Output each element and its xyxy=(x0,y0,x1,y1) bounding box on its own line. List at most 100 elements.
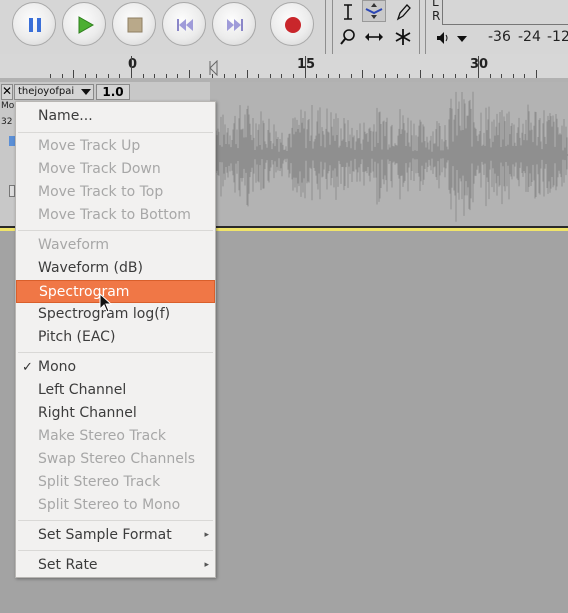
ruler-tick xyxy=(73,70,74,78)
chevron-down-icon xyxy=(81,89,91,95)
ruler-tick xyxy=(536,70,537,78)
meter-channel-L: L xyxy=(432,0,439,9)
ruler-tick xyxy=(131,56,132,78)
menu-item-label: Move Track Down xyxy=(38,161,161,177)
menu-item-move-track-down[interactable]: Move Track Down xyxy=(16,158,215,181)
skip-end-icon xyxy=(227,19,243,31)
menu-item-make-stereo-track[interactable]: Make Stereo Track xyxy=(16,425,215,448)
stop-icon xyxy=(127,17,143,33)
menu-item-label: Move Track to Bottom xyxy=(38,207,191,223)
menu-item-waveform[interactable]: Waveform xyxy=(16,234,215,257)
menu-item-waveform-db[interactable]: Waveform (dB) xyxy=(16,257,215,280)
menu-item-left-channel[interactable]: Left Channel xyxy=(16,379,215,402)
play-button[interactable] xyxy=(62,2,106,46)
track-name-dropdown[interactable]: thejoyofpai xyxy=(14,84,94,100)
time-shift-tool-icon[interactable] xyxy=(362,26,386,48)
menu-item-split-stereo-track[interactable]: Split Stereo Track xyxy=(16,471,215,494)
menu-item-label: Set Sample Format xyxy=(38,527,172,543)
envelope-tool-icon[interactable] xyxy=(362,0,386,22)
menu-separator xyxy=(18,230,213,231)
ruler-label: 30 xyxy=(470,57,489,72)
menu-item-right-channel[interactable]: Right Channel xyxy=(16,402,215,425)
track-context-menu: Name... Move Track Up Move Track Down Mo… xyxy=(15,101,216,578)
menu-item-move-track-up[interactable]: Move Track Up xyxy=(16,135,215,158)
menu-item-label: Waveform xyxy=(38,237,110,253)
track-info-mono: Mo xyxy=(1,101,15,111)
waveform-graphic xyxy=(209,91,568,222)
skip-to-end-button[interactable] xyxy=(212,2,256,46)
draw-tool-icon[interactable] xyxy=(391,1,415,23)
menu-item-move-track-to-top[interactable]: Move Track to Top xyxy=(16,181,215,204)
menu-item-label: Make Stereo Track xyxy=(38,428,167,444)
timeline-ruler[interactable]: 0 15 30 xyxy=(0,54,568,79)
ruler-tick xyxy=(189,70,190,78)
meter-scale-label: -36 xyxy=(488,29,511,45)
menu-item-spectrogram[interactable]: Spectrogram xyxy=(16,280,215,303)
menu-item-label: Left Channel xyxy=(38,382,127,398)
ruler-tick xyxy=(247,70,248,78)
menu-separator xyxy=(18,550,213,551)
menu-item-spectrogram-logf[interactable]: Spectrogram log(f) xyxy=(16,303,215,326)
toolbar-divider xyxy=(425,0,426,54)
ruler-tick xyxy=(420,70,421,78)
stop-button[interactable] xyxy=(112,2,156,46)
meter-channel-R: R xyxy=(432,9,441,23)
ruler-label: 15 xyxy=(297,57,316,72)
ruler-label: 0 xyxy=(128,57,138,72)
waveform-display[interactable] xyxy=(209,82,568,228)
menu-item-pitch-eac[interactable]: Pitch (EAC) xyxy=(16,326,215,349)
meter-bar xyxy=(442,0,568,25)
ruler-tick xyxy=(478,56,479,78)
menu-item-split-stereo-to-mono[interactable]: Split Stereo to Mono xyxy=(16,494,215,517)
record-icon xyxy=(285,17,301,33)
transport-toolbar: L R -36 -24 -12 xyxy=(0,0,568,55)
mouse-cursor-icon xyxy=(99,293,113,313)
menu-item-label: Spectrogram xyxy=(39,284,130,300)
menu-item-move-track-to-bottom[interactable]: Move Track to Bottom xyxy=(16,204,215,227)
menu-item-label: Waveform (dB) xyxy=(38,260,143,276)
ruler-tick xyxy=(362,70,363,78)
pause-icon xyxy=(29,18,41,32)
zoom-tool-icon[interactable] xyxy=(336,26,360,48)
skip-to-start-button[interactable] xyxy=(162,2,206,46)
track-info-rate: 32 xyxy=(1,117,13,127)
menu-item-label: Move Track to Top xyxy=(38,184,164,200)
menu-separator xyxy=(18,520,213,521)
menu-separator xyxy=(18,132,213,133)
checkmark-icon: ✓ xyxy=(22,360,33,375)
menu-item-set-sample-format[interactable]: Set Sample Format ▸ xyxy=(16,524,215,547)
submenu-arrow-icon: ▸ xyxy=(204,530,209,540)
play-head-icon xyxy=(209,60,218,76)
record-button[interactable] xyxy=(270,2,314,46)
menu-item-label: Set Rate xyxy=(38,557,98,573)
skip-start-icon xyxy=(177,19,193,31)
pause-button[interactable] xyxy=(12,2,56,46)
menu-item-label: Move Track Up xyxy=(38,138,141,154)
menu-item-label: Right Channel xyxy=(38,405,137,421)
menu-separator xyxy=(18,352,213,353)
menu-item-mono[interactable]: ✓ Mono xyxy=(16,356,215,379)
menu-item-label: Split Stereo Track xyxy=(38,474,161,490)
ruler-tick xyxy=(305,56,306,78)
menu-item-label: Swap Stereo Channels xyxy=(38,451,196,467)
gain-value: 1.0 xyxy=(96,84,130,100)
menu-item-set-rate[interactable]: Set Rate ▸ xyxy=(16,554,215,577)
meter-scale-label: -24 xyxy=(518,29,541,45)
play-icon xyxy=(78,16,95,34)
menu-item-label: Name... xyxy=(38,108,93,124)
track-name-label: thejoyofpai xyxy=(18,86,75,97)
submenu-arrow-icon: ▸ xyxy=(204,560,209,570)
close-track-icon[interactable]: ✕ xyxy=(1,84,13,100)
toolbar-divider xyxy=(332,0,333,54)
selection-tool-icon[interactable] xyxy=(336,1,360,23)
menu-item-name[interactable]: Name... xyxy=(16,105,215,128)
menu-item-label: Mono xyxy=(38,359,77,375)
menu-item-label: Pitch (EAC) xyxy=(38,329,116,345)
playback-volume-icon[interactable] xyxy=(434,27,470,49)
toolbar-divider xyxy=(325,0,326,54)
multi-tool-icon[interactable] xyxy=(391,26,415,48)
menu-item-label: Split Stereo to Mono xyxy=(38,497,181,513)
toolbar-divider xyxy=(419,0,420,54)
menu-item-swap-stereo-channels[interactable]: Swap Stereo Channels xyxy=(16,448,215,471)
meter-scale-label: -12 xyxy=(547,29,568,45)
